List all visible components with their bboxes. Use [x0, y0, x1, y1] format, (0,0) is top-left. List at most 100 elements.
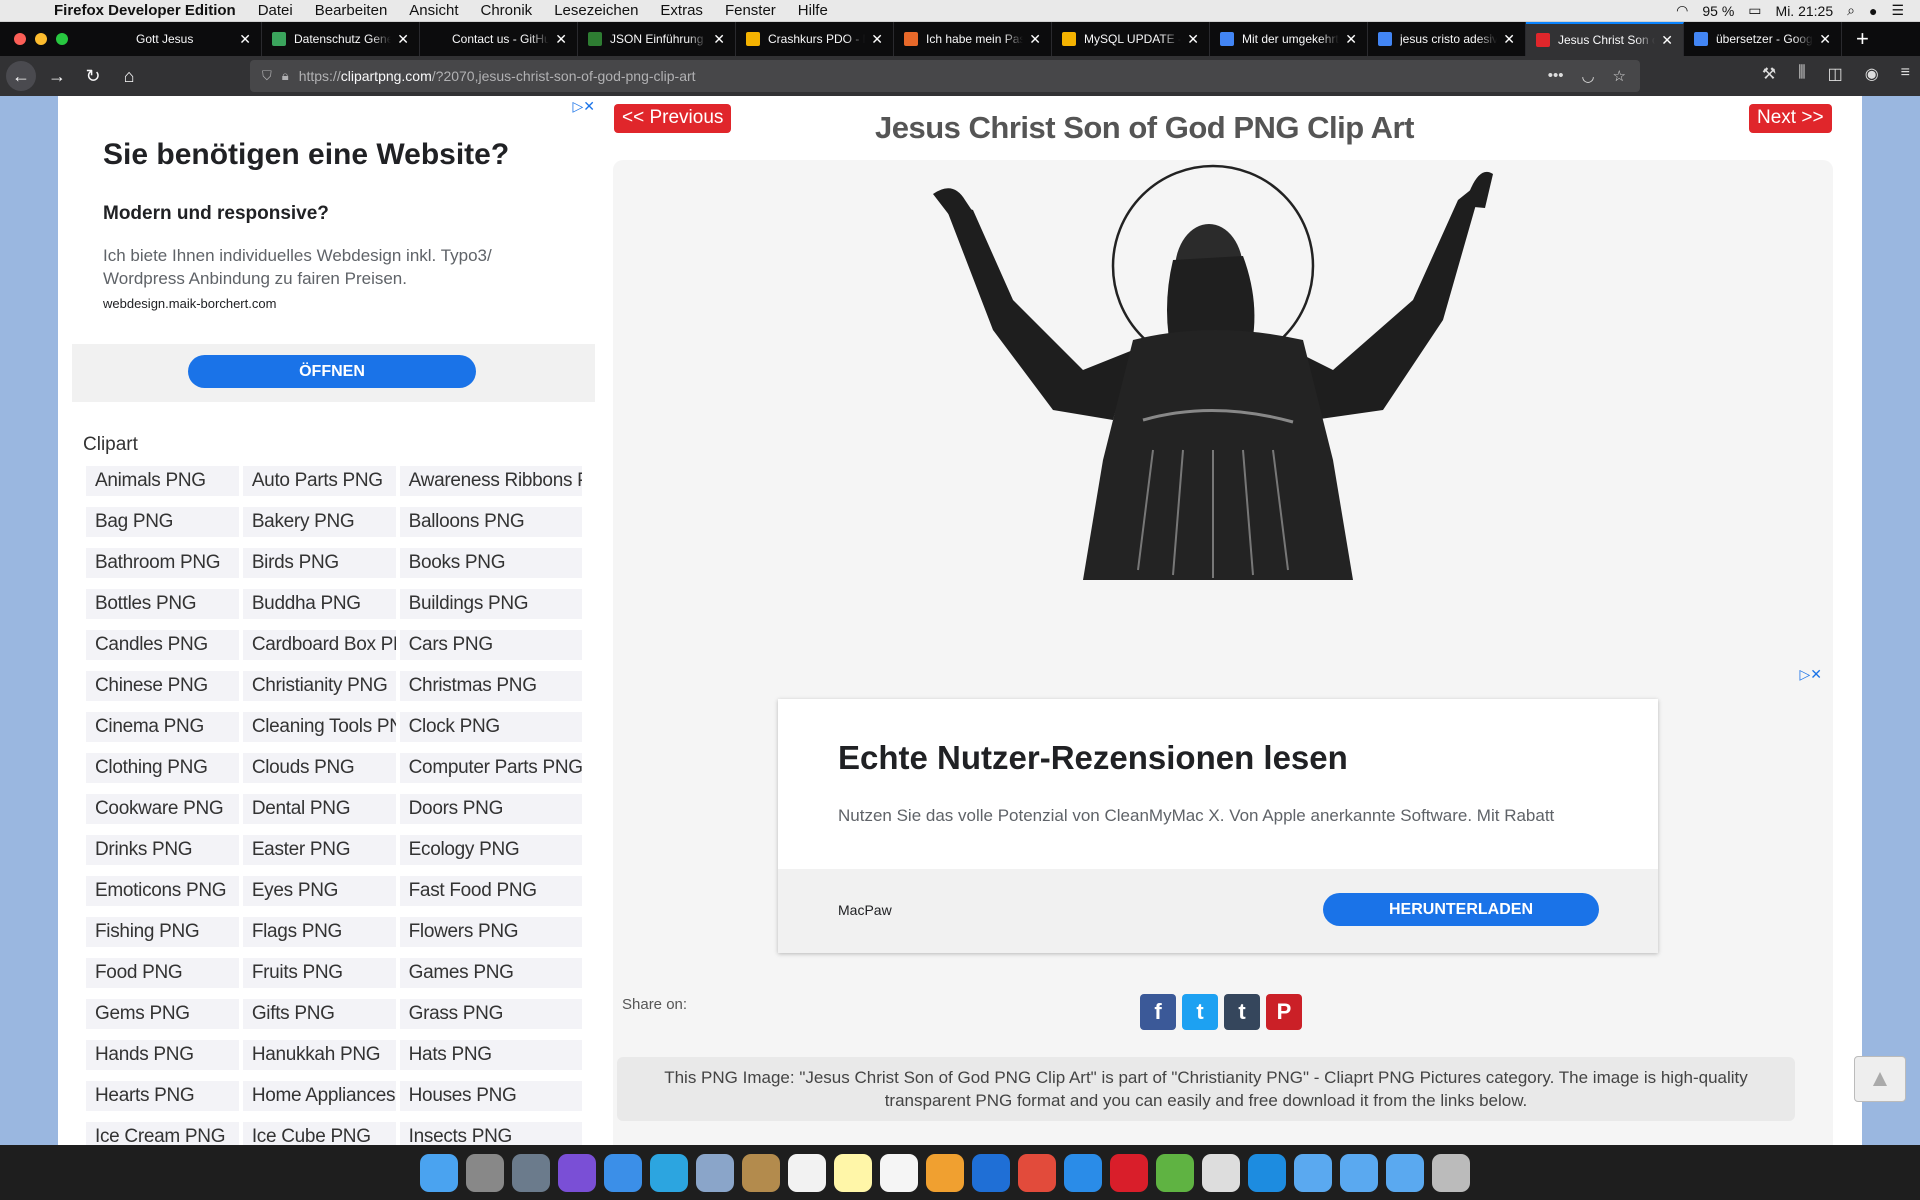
category-link[interactable]: Ice Cube PNG: [242, 1122, 396, 1145]
category-link[interactable]: Cookware PNG: [86, 794, 239, 824]
menu-chronik[interactable]: Chronik: [481, 2, 533, 19]
category-link[interactable]: Ice Cream PNG: [86, 1122, 239, 1145]
category-link[interactable]: Home Appliances PNG: [242, 1081, 396, 1111]
category-link[interactable]: Flowers PNG: [399, 917, 582, 947]
browser-tab[interactable]: übersetzer - Google Suche ✕: [1684, 22, 1842, 56]
browser-tab[interactable]: Datenschutz Generator ✕: [262, 22, 420, 56]
chrome-icon[interactable]: [1018, 1154, 1056, 1192]
downloads-folder-icon[interactable]: [1386, 1154, 1424, 1192]
documents-folder-icon[interactable]: [1340, 1154, 1378, 1192]
category-link[interactable]: Clouds PNG: [242, 753, 396, 783]
scroll-to-top-button[interactable]: ▲: [1854, 1056, 1906, 1102]
category-link[interactable]: Clothing PNG: [86, 753, 239, 783]
url-bar[interactable]: ⛉ 🔒︎ https://clipartpng.com/?2070,jesus-…: [250, 60, 1640, 92]
notification-center-icon[interactable]: ☰: [1891, 2, 1904, 19]
folder-icon[interactable]: [1294, 1154, 1332, 1192]
category-link[interactable]: Awareness Ribbons PNG: [399, 466, 582, 496]
jesus-clipart-image[interactable]: [613, 160, 1833, 590]
browser-tab[interactable]: MySQL UPDATE - Datensätze ✕: [1052, 22, 1210, 56]
adchoices-icon-2[interactable]: ▷✕: [1800, 666, 1823, 683]
category-link[interactable]: Clock PNG: [399, 712, 582, 742]
tab-close-icon[interactable]: ✕: [1187, 31, 1199, 48]
category-link[interactable]: Books PNG: [399, 548, 582, 578]
leaf-app-icon[interactable]: [1156, 1154, 1194, 1192]
category-link[interactable]: Easter PNG: [242, 835, 396, 865]
tableplus-icon[interactable]: [1202, 1154, 1240, 1192]
tab-close-icon[interactable]: ✕: [555, 31, 567, 48]
notes-app-icon[interactable]: [742, 1154, 780, 1192]
reminders-icon[interactable]: [880, 1154, 918, 1192]
firefox-icon[interactable]: [972, 1154, 1010, 1192]
safari-icon[interactable]: [1064, 1154, 1102, 1192]
browser-tab[interactable]: Gott Jesus ✕: [104, 22, 262, 56]
category-link[interactable]: Bottles PNG: [86, 589, 239, 619]
category-link[interactable]: Christianity PNG: [242, 671, 396, 701]
menu-datei[interactable]: Datei: [258, 2, 293, 19]
calendar-icon[interactable]: [788, 1154, 826, 1192]
menu-hilfe[interactable]: Hilfe: [798, 2, 828, 19]
ad-domain[interactable]: webdesign.maik-borchert.com: [103, 296, 276, 311]
ad2-brand[interactable]: MacPaw: [838, 902, 892, 918]
tab-close-icon[interactable]: ✕: [1029, 31, 1041, 48]
category-link[interactable]: Birds PNG: [242, 548, 396, 578]
ad-headline[interactable]: Sie benötigen eine Website?: [103, 138, 509, 172]
category-link[interactable]: Houses PNG: [399, 1081, 582, 1111]
category-link[interactable]: Hats PNG: [399, 1040, 582, 1070]
browser-tab[interactable]: Crashkurs PDO - Mitarbeiter ✕: [736, 22, 894, 56]
photos-icon[interactable]: [926, 1154, 964, 1192]
adchoices-icon[interactable]: ▷✕: [573, 98, 596, 115]
menu-fenster[interactable]: Fenster: [725, 2, 776, 19]
category-link[interactable]: Balloons PNG: [399, 507, 582, 537]
clock[interactable]: Mi. 21:25: [1776, 3, 1834, 19]
category-link[interactable]: Bathroom PNG: [86, 548, 239, 578]
bookmark-star-icon[interactable]: ☆: [1613, 67, 1626, 85]
category-link[interactable]: Christmas PNG: [399, 671, 582, 701]
reload-button[interactable]: ↻: [78, 61, 108, 91]
close-window-button[interactable]: [14, 33, 26, 45]
ad2-download-button[interactable]: HERUNTERLADEN: [1323, 893, 1599, 926]
category-link[interactable]: Cardboard Box PNG: [242, 630, 396, 660]
category-link[interactable]: Eyes PNG: [242, 876, 396, 906]
minimize-window-button[interactable]: [35, 33, 47, 45]
category-link[interactable]: Fast Food PNG: [399, 876, 582, 906]
battery-icon[interactable]: ▭: [1748, 2, 1761, 19]
account-icon[interactable]: ◉: [1865, 64, 1879, 84]
system-preferences-icon[interactable]: [466, 1154, 504, 1192]
facebook-icon[interactable]: f: [1140, 994, 1176, 1030]
category-link[interactable]: Grass PNG: [399, 999, 582, 1029]
library-icon[interactable]: ⫼: [1798, 64, 1805, 84]
category-link[interactable]: Fishing PNG: [86, 917, 239, 947]
tab-close-icon[interactable]: ✕: [1819, 31, 1831, 48]
siri-icon[interactable]: ●: [1869, 3, 1877, 19]
category-link[interactable]: Fruits PNG: [242, 958, 396, 988]
browser-tab[interactable]: jesus cristo adesivo ✕: [1368, 22, 1526, 56]
menu-bearbeiten[interactable]: Bearbeiten: [315, 2, 388, 19]
forward-button[interactable]: →: [42, 61, 72, 91]
category-link[interactable]: Computer Parts PNG: [399, 753, 582, 783]
category-link[interactable]: Flags PNG: [242, 917, 396, 947]
tab-close-icon[interactable]: ✕: [871, 31, 883, 48]
category-link[interactable]: Hands PNG: [86, 1040, 239, 1070]
category-link[interactable]: Auto Parts PNG: [242, 466, 396, 496]
menu-extras[interactable]: Extras: [660, 2, 703, 19]
category-link[interactable]: Cleaning Tools PNG: [242, 712, 396, 742]
category-link[interactable]: Animals PNG: [86, 466, 239, 496]
twitter-icon[interactable]: t: [1182, 994, 1218, 1030]
category-link[interactable]: Dental PNG: [242, 794, 396, 824]
browser-tab[interactable]: Ich habe mein Passwort ✕: [894, 22, 1052, 56]
next-button[interactable]: Next >>: [1749, 104, 1832, 133]
category-link[interactable]: Gifts PNG: [242, 999, 396, 1029]
tumblr-icon[interactable]: t: [1224, 994, 1260, 1030]
page-actions-icon[interactable]: •••: [1548, 67, 1564, 85]
category-link[interactable]: Bakery PNG: [242, 507, 396, 537]
category-link[interactable]: Cars PNG: [399, 630, 582, 660]
tab-close-icon[interactable]: ✕: [1661, 32, 1673, 49]
wifi-icon[interactable]: ◠: [1676, 2, 1688, 19]
app-menu-name[interactable]: Firefox Developer Edition: [54, 2, 236, 19]
tab-close-icon[interactable]: ✕: [1345, 31, 1357, 48]
ad-website[interactable]: ▷✕ Sie benötigen eine Website? Modern un…: [72, 96, 595, 402]
category-link[interactable]: Drinks PNG: [86, 835, 239, 865]
category-link[interactable]: Bag PNG: [86, 507, 239, 537]
category-link[interactable]: Cinema PNG: [86, 712, 239, 742]
preview-icon[interactable]: [696, 1154, 734, 1192]
